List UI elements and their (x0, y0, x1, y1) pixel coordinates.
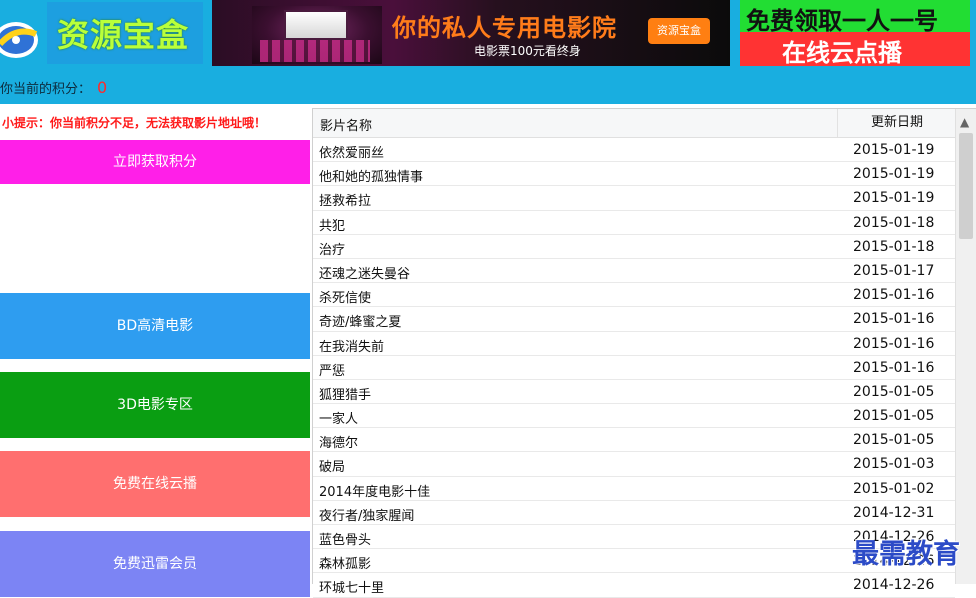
table-row[interactable]: 共犯 2015-01-18 (313, 211, 955, 235)
movie-name: 破局 (319, 460, 346, 476)
update-date: 2015-01-03 (853, 456, 935, 473)
table-row[interactable]: 严惩 2015-01-16 (313, 356, 955, 380)
table-row[interactable]: 夜行者/独家腥闻 2014-12-31 (313, 501, 955, 525)
column-header-date[interactable]: 更新日期 (837, 109, 956, 137)
update-date: 2015-01-19 (853, 166, 935, 183)
table-row[interactable]: 治疗 2015-01-18 (313, 235, 955, 259)
table-row[interactable]: 依然爱丽丝 2015-01-19 (313, 138, 955, 163)
cinema-screen (284, 10, 348, 40)
update-date: 2015-01-18 (853, 238, 935, 255)
update-date: 2014-12-26 (853, 577, 935, 594)
score-row: 你当前的积分： 0 (0, 78, 107, 97)
table-row[interactable]: 在我消失前 2015-01-16 (313, 332, 955, 356)
update-date: 2015-01-16 (853, 335, 935, 352)
xunlei-vip-button[interactable]: 免费迅雷会员 (0, 531, 310, 597)
movie-name: 2014年度电影十佳 (319, 484, 431, 500)
movie-banner[interactable]: 你的私人专用电影院 电影票100元看终身 资源宝盒 (212, 0, 730, 66)
movie-name: 夜行者/独家腥闻 (319, 508, 415, 524)
table-row[interactable]: 2014年度电影十佳 2015-01-02 (313, 477, 955, 501)
movie-name: 森林孤影 (319, 557, 372, 573)
score-label: 你当前的积分： (0, 82, 92, 97)
movie-name: 杀死信使 (319, 291, 372, 307)
free-account-line1: 免费领取一人一号 (746, 7, 938, 35)
movie-name: 一家人 (319, 412, 359, 428)
table-row[interactable]: 狐狸猎手 2015-01-05 (313, 380, 955, 405)
scrollbar-thumb[interactable] (959, 133, 973, 239)
table-row[interactable]: 破局 2015-01-03 (313, 452, 955, 477)
movie-name: 依然爱丽丝 (319, 146, 385, 161)
get-points-button[interactable]: 立即获取积分 (0, 140, 310, 184)
movie-name: 在我消失前 (319, 339, 385, 355)
movie-name: 拯救希拉 (319, 194, 372, 210)
movie-banner-button[interactable]: 资源宝盒 (648, 18, 710, 44)
update-date: 2015-01-05 (853, 432, 935, 449)
table-row[interactable]: 拯救希拉 2015-01-19 (313, 186, 955, 211)
logo-icon (0, 22, 38, 58)
logo-box: 资源宝盒 (47, 2, 203, 64)
movie-list-table[interactable]: 影片名称 更新日期 依然爱丽丝 2015-01-19 他和她的孤独情事 2015-01… (312, 108, 976, 598)
table-row[interactable]: 一家人 2015-01-05 (313, 404, 955, 429)
table-body: 依然爱丽丝 2015-01-19 他和她的孤独情事 2015-01-19 拯救希拉 201… (313, 138, 955, 598)
cloud-play-button[interactable]: 免费在线云播 (0, 451, 310, 517)
tip-text: 小提示：你当前积分不足，无法获取影片地址哦！ (2, 116, 267, 130)
score-value: 0 (97, 78, 108, 97)
logo-text: 资源宝盒 (57, 16, 190, 54)
table-row[interactable]: 环城七十里 2014-12-26 (313, 573, 955, 598)
movie-name: 他和她的孤独情事 (319, 170, 424, 186)
movie-name: 奇迹/蜂蜜之夏 (319, 315, 402, 331)
table-row[interactable]: 奇迹/蜂蜜之夏 2015-01-16 (313, 307, 955, 332)
table-row[interactable]: 杀死信使 2015-01-16 (313, 283, 955, 308)
chevron-up-icon[interactable]: ▲ (960, 115, 969, 129)
movie-name: 环城七十里 (319, 581, 385, 597)
table-row[interactable]: 海德尔 2015-01-05 (313, 428, 955, 453)
movie-name: 海德尔 (319, 436, 359, 452)
3d-movies-button[interactable]: 3D电影专区 (0, 372, 310, 438)
update-date: 2015-01-05 (853, 383, 935, 400)
movie-name: 共犯 (319, 218, 346, 234)
movie-name: 蓝色骨头 (319, 533, 372, 548)
update-date: 2015-01-16 (853, 287, 935, 304)
column-header-name[interactable]: 影片名称 (320, 115, 372, 134)
bd-movies-button[interactable]: BD高清电影 (0, 293, 310, 359)
free-account-banner[interactable]: 免费领取一人一号 在线云点播 (740, 0, 970, 67)
watermark-text: 最需教育 (852, 539, 960, 570)
update-date: 2015-01-05 (853, 408, 935, 425)
movie-name: 还魂之迷失曼谷 (319, 266, 411, 282)
movie-banner-subtitle: 电影票100元看终身 (474, 44, 581, 58)
vertical-scrollbar[interactable]: ▲ (955, 109, 976, 584)
update-date: 2015-01-17 (853, 262, 935, 279)
update-date: 2014-12-31 (853, 504, 935, 521)
table-header: 影片名称 更新日期 (313, 109, 955, 138)
table-row[interactable]: 还魂之迷失曼谷 2015-01-17 (313, 259, 955, 284)
update-date: 2015-01-18 (853, 214, 935, 231)
movie-banner-title: 你的私人专用电影院 (392, 14, 617, 42)
movie-name: 狐狸猎手 (319, 387, 372, 403)
update-date: 2015-01-02 (853, 480, 935, 497)
update-date: 2015-01-16 (853, 311, 935, 328)
movie-name: 治疗 (319, 242, 346, 258)
update-date: 2015-01-19 (853, 190, 935, 207)
movie-name: 严惩 (319, 363, 346, 379)
free-account-banner-top: 免费领取一人一号 (740, 0, 970, 35)
update-date: 2015-01-16 (853, 359, 935, 376)
header-bar: 资源宝盒 你的私人专用电影院 电影票100元看终身 资源宝盒 免费领取一人一号 … (0, 0, 976, 104)
update-date: 2015-01-19 (853, 142, 935, 158)
cinema-seats (260, 40, 370, 62)
free-account-line2: 在线云点播 (782, 39, 902, 67)
table-row[interactable]: 他和她的孤独情事 2015-01-19 (313, 162, 955, 187)
